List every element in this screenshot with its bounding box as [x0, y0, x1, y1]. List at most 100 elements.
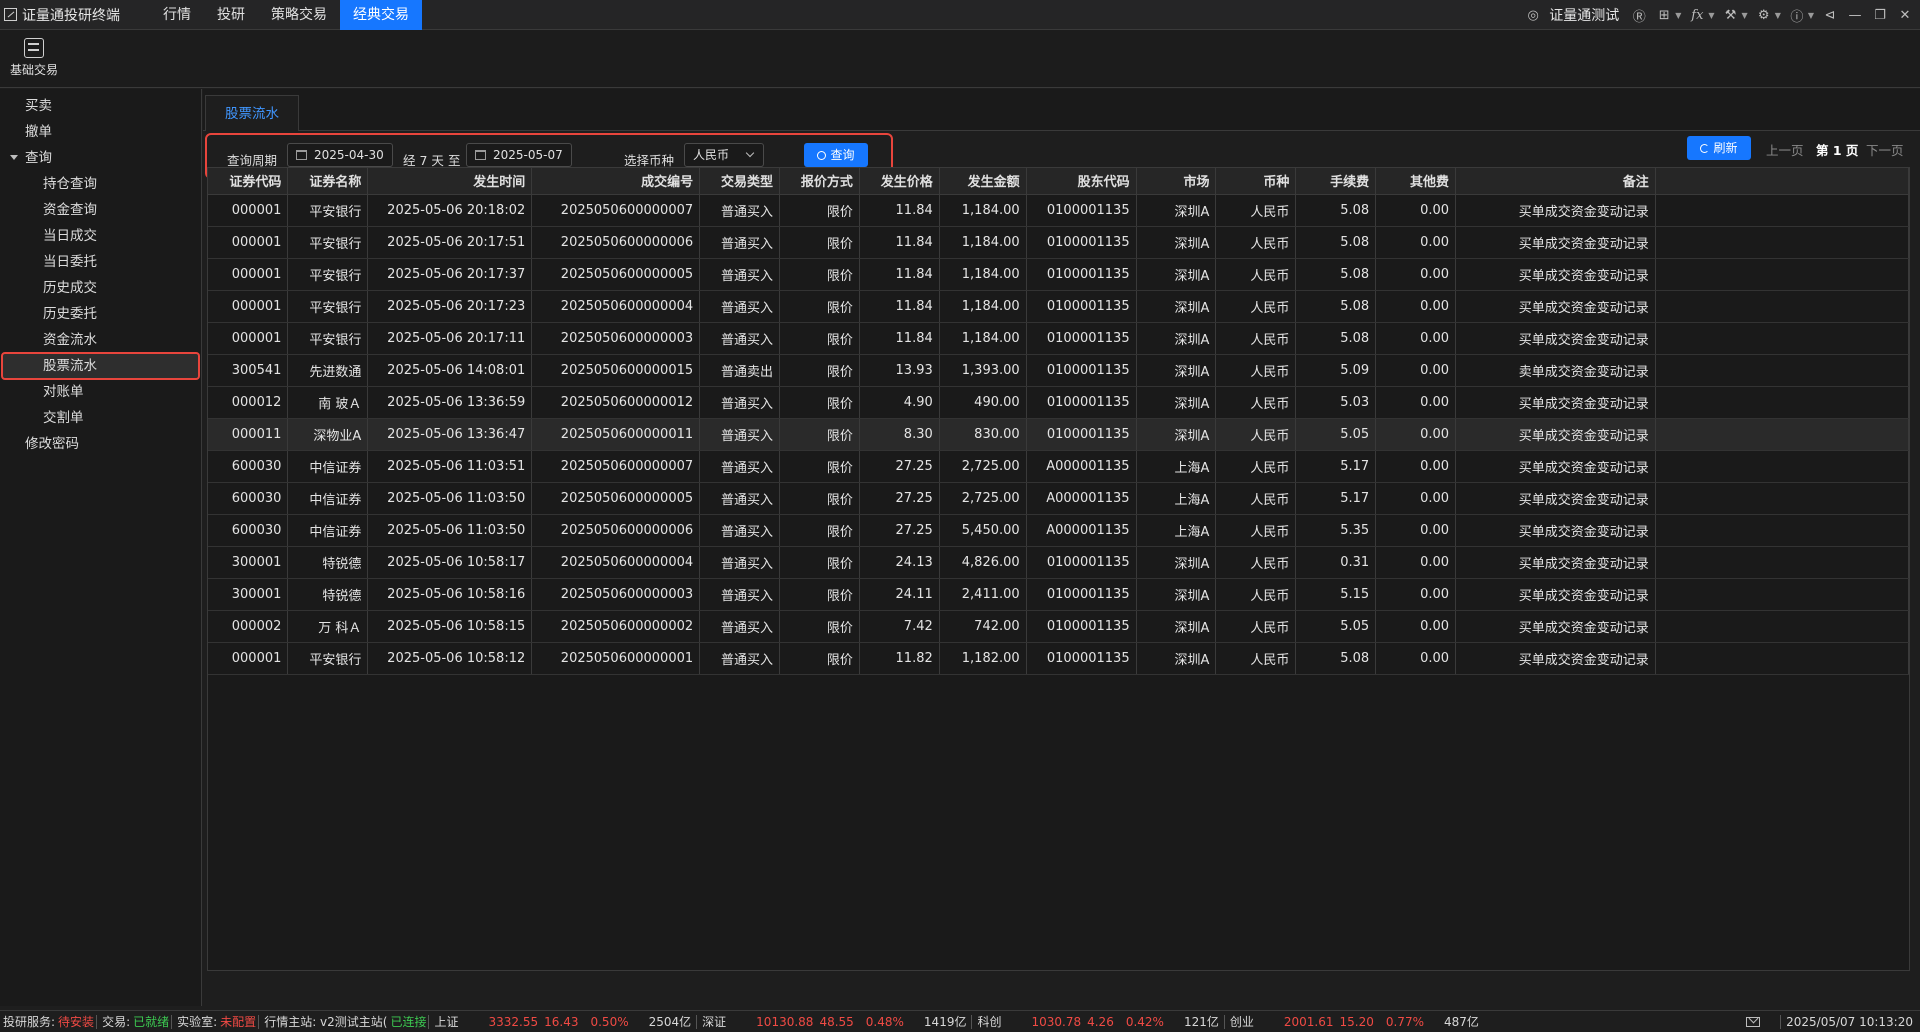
index-name[interactable]: 上证 [431, 1013, 461, 1030]
tools-icon[interactable]: ⚒ [1722, 6, 1740, 24]
column-header-price-type[interactable]: 报价方式 [779, 168, 860, 195]
sidebar-item-fund-flow[interactable]: 资金流水 [0, 327, 201, 353]
column-header-currency[interactable]: 币种 [1215, 168, 1297, 195]
table-row[interactable]: 600030 中信证券 2025-05-06 11:03:50 20250506000… [208, 514, 1909, 547]
chevron-down-icon[interactable]: ▼ [1675, 11, 1681, 20]
cell-market: 深圳A [1136, 642, 1217, 675]
table-row[interactable]: 000011 深物业A 2025-05-06 13:36:47 20250506000… [208, 418, 1909, 451]
cell-price: 13.93 [859, 354, 940, 387]
cell-fee: 0.31 [1295, 546, 1377, 579]
cell-trade-type: 普通买入 [699, 450, 781, 483]
expand-arrow-icon[interactable] [10, 155, 18, 160]
cell-time: 2025-05-06 10:58:12 [367, 642, 533, 675]
tab-stock-flow[interactable]: 股票流水 [205, 95, 299, 131]
divider [1780, 1014, 1782, 1029]
layout-icon[interactable]: ⊞ [1655, 6, 1673, 24]
lab-status[interactable]: 未配置 [220, 1013, 256, 1030]
column-header-name[interactable]: 证券名称 [287, 168, 369, 195]
table-row[interactable]: 600030 中信证券 2025-05-06 11:03:50 20250506000… [208, 482, 1909, 515]
query-button[interactable]: 查询 [804, 143, 868, 167]
eye-off-icon[interactable]: ◎ [1524, 6, 1542, 24]
menu-market[interactable]: 行情 [150, 0, 204, 30]
table-row[interactable]: 000001 平安银行 2025-05-06 20:17:37 20250506000… [208, 258, 1909, 291]
sidebar-item-delivery[interactable]: 交割单 [0, 405, 201, 431]
collapse-icon[interactable]: ⊲ [1821, 6, 1839, 24]
cell-time: 2025-05-06 11:03:51 [367, 450, 533, 483]
table-row[interactable]: 300001 特锐德 2025-05-06 10:58:17 202505060000… [208, 546, 1909, 579]
next-page-button[interactable]: 下一页 [1866, 140, 1904, 159]
cell-holder: A000001135 [1026, 450, 1137, 483]
sidebar-item-query[interactable]: 查询 [0, 145, 201, 171]
column-header-price[interactable]: 发生价格 [859, 168, 940, 195]
end-date-input[interactable]: 2025-05-07 [466, 143, 572, 167]
chevron-down-icon[interactable]: ▼ [1808, 11, 1814, 20]
column-header-fee[interactable]: 手续费 [1295, 168, 1377, 195]
start-date-input[interactable]: 2025-04-30 [287, 143, 393, 167]
sidebar-item-history-orders[interactable]: 历史委托 [0, 301, 201, 327]
table-row[interactable]: 000001 平安银行 2025-05-06 20:17:23 20250506000… [208, 290, 1909, 323]
mail-icon[interactable] [1746, 1016, 1761, 1027]
index-name[interactable]: 创业 [1227, 1013, 1257, 1030]
sidebar-item-history-deals[interactable]: 历史成交 [0, 275, 201, 301]
column-header-other-fee[interactable]: 其他费 [1375, 168, 1457, 195]
table-row[interactable]: 000001 平安银行 2025-05-06 20:17:11 20250506000… [208, 322, 1909, 355]
menu-classic-trade[interactable]: 经典交易 [340, 0, 422, 30]
cell-filler [1655, 642, 1909, 675]
sidebar-item-change-password[interactable]: 修改密码 [0, 431, 201, 457]
table-row[interactable]: 000001 平安银行 2025-05-06 10:58:12 20250506000… [208, 642, 1909, 675]
help-icon[interactable]: ⓘ [1788, 6, 1806, 25]
table-row[interactable]: 300001 特锐德 2025-05-06 10:58:16 202505060000… [208, 578, 1909, 611]
sidebar-item-statement[interactable]: 对账单 [0, 379, 201, 405]
research-service-status[interactable]: 待安装 [58, 1013, 94, 1030]
table-row[interactable]: 000002 万 科Ａ 2025-05-06 10:58:15 20250506000… [208, 610, 1909, 643]
basic-trade-button[interactable]: 基础交易 [6, 34, 62, 82]
column-header-deal-no[interactable]: 成交编号 [531, 168, 701, 195]
column-header-time[interactable]: 发生时间 [367, 168, 533, 195]
menu-research[interactable]: 投研 [204, 0, 258, 30]
divider [428, 1014, 430, 1029]
sidebar-item-today-orders[interactable]: 当日委托 [0, 249, 201, 275]
table-row[interactable]: 000012 南 玻Ａ 2025-05-06 13:36:59 20250506000… [208, 386, 1909, 419]
currency-select[interactable]: 人民币 [684, 143, 764, 167]
menu-strategy-trade[interactable]: 策略交易 [258, 0, 340, 30]
app-title: 证量通投研终端 [0, 5, 150, 25]
chevron-down-icon[interactable]: ▼ [1742, 11, 1748, 20]
sidebar-item-buy-sell[interactable]: 买卖 [0, 93, 201, 119]
column-header-trade-type[interactable]: 交易类型 [699, 168, 781, 195]
table-row[interactable]: 300541 先进数通 2025-05-06 14:08:01 20250506000… [208, 354, 1909, 387]
column-header-market[interactable]: 市场 [1136, 168, 1217, 195]
chevron-down-icon[interactable]: ▼ [1775, 11, 1781, 20]
table-row[interactable]: 000001 平安银行 2025-05-06 20:18:02 20250506000… [208, 194, 1909, 227]
sidebar-item-today-deals[interactable]: 当日成交 [0, 223, 201, 249]
column-header-holder[interactable]: 股东代码 [1026, 168, 1137, 195]
cell-currency: 人民币 [1215, 546, 1297, 579]
sidebar-item-stock-flow[interactable]: 股票流水 [1, 352, 200, 380]
column-header-remark[interactable]: 备注 [1455, 168, 1656, 195]
cell-amount: 2,411.00 [939, 578, 1027, 611]
chevron-down-icon[interactable]: ▼ [1708, 11, 1714, 20]
index-name[interactable]: 科创 [974, 1013, 1004, 1030]
sidebar-item-cancel-order[interactable]: 撤单 [0, 119, 201, 145]
index-name[interactable]: 深证 [699, 1013, 729, 1030]
formula-icon[interactable]: fx [1688, 6, 1706, 24]
user-name[interactable]: 证量通测试 [1549, 5, 1619, 25]
divider [96, 1014, 98, 1029]
minimize-icon[interactable]: — [1846, 6, 1864, 24]
cell-price-type: 限价 [779, 194, 860, 227]
cell-trade-type: 普通卖出 [699, 354, 781, 387]
column-header-amount[interactable]: 发生金额 [939, 168, 1027, 195]
restore-icon[interactable]: ❐ [1871, 6, 1889, 24]
table-row[interactable]: 000001 平安银行 2025-05-06 20:17:51 20250506000… [208, 226, 1909, 259]
index-change-pct: 0.48% [865, 1014, 904, 1029]
gear-icon[interactable]: ⚙ [1755, 6, 1773, 24]
user-icon[interactable]: Ⓡ [1630, 6, 1648, 25]
table-row[interactable]: 600030 中信证券 2025-05-06 11:03:51 20250506000… [208, 450, 1909, 483]
column-header-code[interactable]: 证券代码 [208, 168, 289, 195]
sidebar-item-fund-query[interactable]: 资金查询 [0, 197, 201, 223]
close-icon[interactable]: ✕ [1896, 6, 1914, 24]
refresh-button[interactable]: 刷新 [1687, 136, 1751, 160]
prev-page-button[interactable]: 上一页 [1766, 140, 1804, 159]
cell-deal-no: 2025050600000004 [531, 546, 701, 579]
sidebar-item-position-query[interactable]: 持仓查询 [0, 171, 201, 197]
chevron-down-icon [745, 148, 755, 158]
